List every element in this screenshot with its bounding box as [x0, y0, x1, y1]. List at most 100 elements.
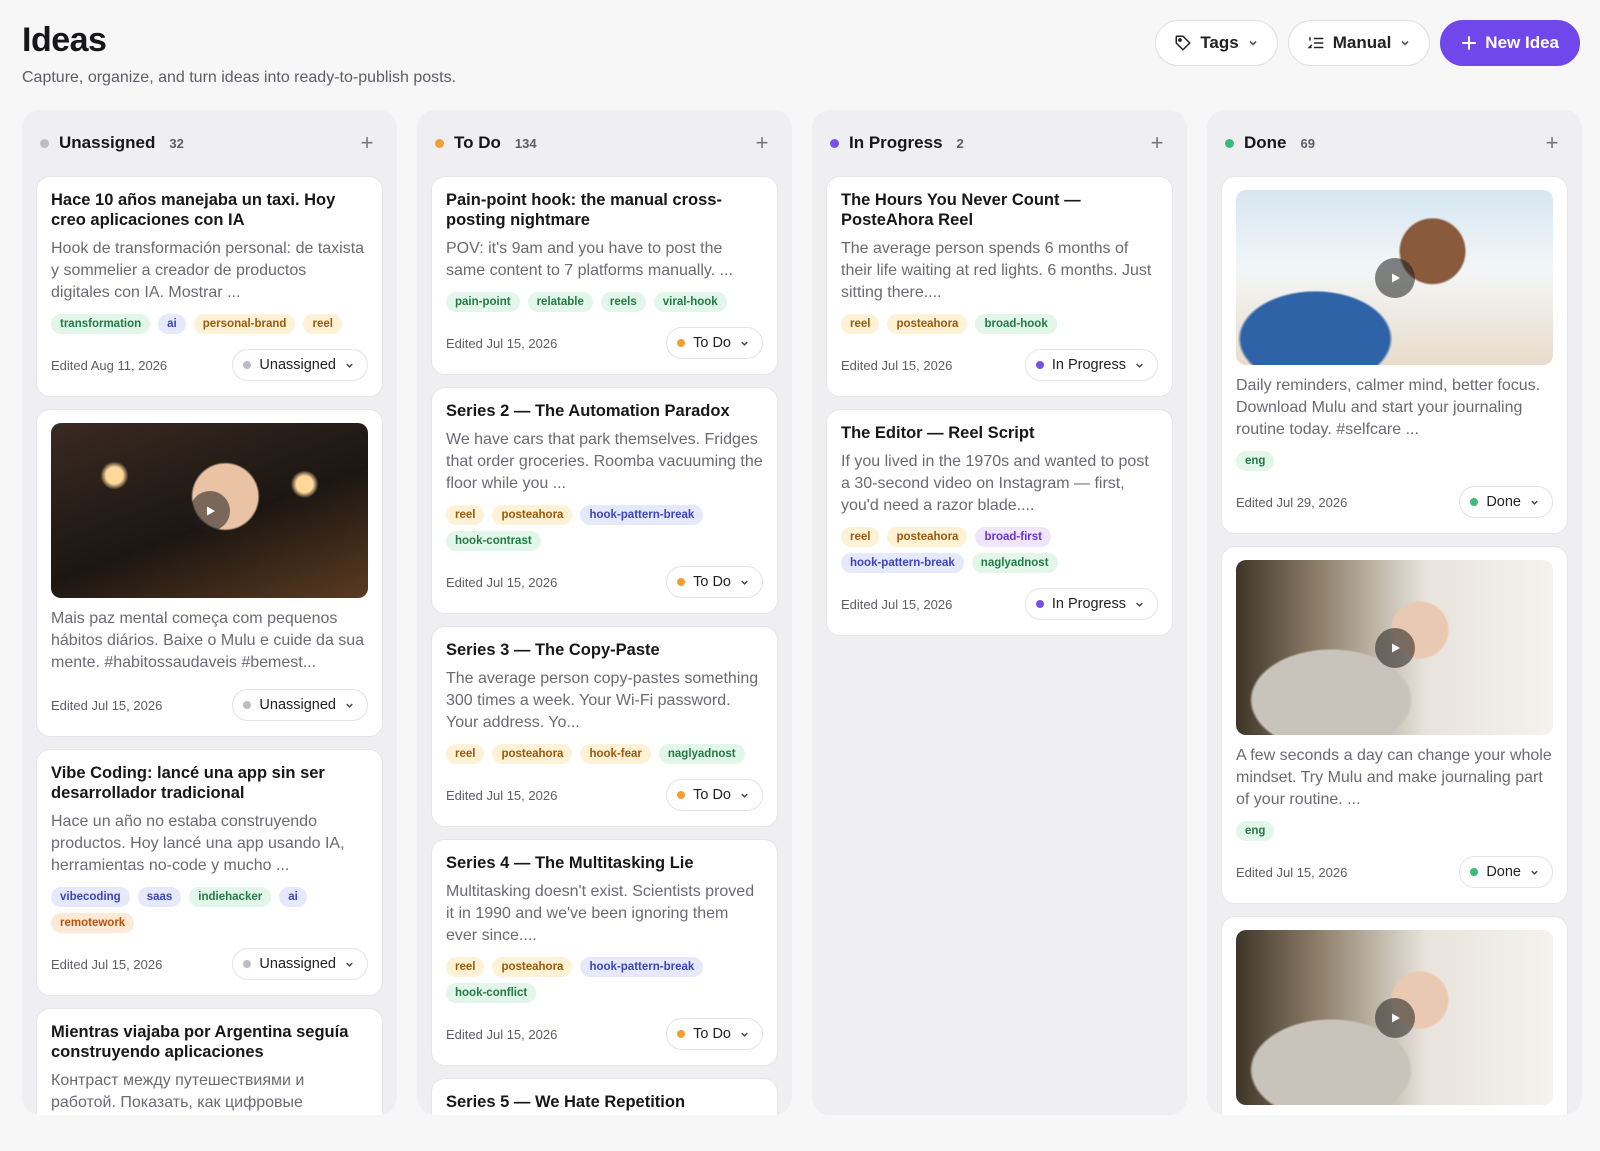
card-body: The average person copy-pastes something… [446, 670, 759, 731]
status-select[interactable]: To Do [666, 566, 763, 598]
status-select[interactable]: Unassigned [232, 689, 368, 721]
tag-chip[interactable]: hook-contrast [446, 531, 541, 551]
card-body: We have cars that park themselves. Fridg… [446, 431, 763, 492]
new-idea-button[interactable]: New Idea [1440, 20, 1580, 66]
tag-chip[interactable]: reel [841, 314, 880, 334]
tag-chip[interactable]: hook-fear [580, 744, 651, 764]
tag-chip[interactable]: transformation [51, 314, 151, 334]
status-dot [243, 701, 252, 709]
idea-card[interactable]: Vibe Coding: lancé una app sin ser desar… [36, 749, 383, 996]
tag-chip[interactable]: eng [1236, 821, 1275, 841]
tag-chip[interactable]: vibecoding [51, 887, 130, 907]
status-select[interactable]: In Progress [1024, 588, 1158, 620]
status-select[interactable]: In Progress [1024, 349, 1158, 381]
status-label: To Do [693, 335, 731, 351]
idea-card[interactable]: Pain-point hook: the manual cross-postin… [431, 176, 778, 375]
play-button[interactable] [1374, 627, 1415, 668]
tag-chip[interactable]: saas [137, 887, 182, 907]
edited-date: Edited Jul 15, 2026 [446, 574, 558, 590]
idea-card[interactable] [1221, 916, 1568, 1115]
status-dot [435, 138, 444, 148]
idea-card[interactable]: Mais paz mental começa com pequenos hábi… [36, 409, 383, 737]
status-select[interactable]: Unassigned [232, 948, 368, 980]
plus-icon [1462, 36, 1477, 50]
play-button[interactable] [1374, 997, 1415, 1038]
tag-chip[interactable]: hook-pattern-break [580, 957, 704, 977]
tag-chip[interactable]: naglyadnost [658, 744, 745, 764]
idea-card[interactable]: Mientras viajaba por Argentina seguía co… [36, 1008, 383, 1115]
add-card-plus-icon[interactable]: + [355, 130, 379, 155]
tag-chip[interactable]: posteahora [887, 527, 968, 547]
status-select[interactable]: Done [1459, 856, 1553, 888]
column-count: 134 [514, 135, 537, 151]
tag-chip[interactable]: viral-hook [653, 292, 727, 312]
status-select[interactable]: To Do [666, 779, 763, 811]
status-label: To Do [693, 1026, 731, 1042]
add-card-plus-icon[interactable]: + [1145, 130, 1169, 155]
tag-chip[interactable]: eng [1236, 451, 1275, 471]
video-thumbnail[interactable] [1236, 560, 1553, 735]
tag-chip[interactable]: relatable [527, 292, 593, 312]
idea-card[interactable]: Series 2 — The Automation Paradox We have… [431, 387, 778, 614]
add-card-plus-icon[interactable]: + [1540, 130, 1564, 155]
tag-chip[interactable]: hook-pattern-break [580, 505, 704, 525]
tag-chip[interactable]: reel [841, 527, 880, 547]
play-button[interactable] [189, 490, 230, 531]
idea-card[interactable]: Series 3 — The Copy-Paste The average per… [431, 626, 778, 827]
tag-chip[interactable]: pain-point [446, 292, 520, 312]
edited-date: Edited Jul 15, 2026 [1236, 864, 1348, 880]
status-dot [1225, 138, 1234, 148]
tag-chip[interactable]: posteahora [492, 957, 573, 977]
card-body: If you lived in the 1970s and wanted to … [841, 453, 1149, 514]
status-label: In Progress [1051, 596, 1126, 612]
tag-chip[interactable]: reel [446, 744, 485, 764]
tag-chip[interactable]: reels [600, 292, 646, 312]
status-dot [1470, 498, 1479, 506]
tag-chip[interactable]: hook-pattern-break [841, 553, 964, 573]
sort-button[interactable]: Manual [1287, 20, 1431, 66]
tag-chip[interactable]: reel [446, 505, 485, 525]
tag-chip[interactable]: personal-brand [193, 314, 296, 334]
status-select[interactable]: Done [1459, 486, 1553, 518]
tag-chip[interactable]: indiehacker [189, 887, 272, 907]
idea-card[interactable]: The Editor — Reel Script If you lived in … [826, 409, 1173, 636]
card-title: Vibe Coding: lancé una app sin ser desar… [51, 764, 325, 802]
card-title: The Hours You Never Count — PosteAhora R… [841, 191, 1081, 229]
tag-chip[interactable]: reel [303, 314, 342, 334]
tag-chip[interactable]: naglyadnost [971, 553, 1058, 573]
card-footer: Edited Jul 15, 2026 Done [1236, 841, 1553, 903]
video-thumbnail[interactable] [1236, 930, 1553, 1105]
tag-chip[interactable]: ai [158, 314, 186, 334]
tag-chip[interactable]: ai [279, 887, 307, 907]
tag-chip[interactable]: posteahora [887, 314, 968, 334]
tag-chip[interactable]: broad-first [975, 527, 1051, 547]
video-thumbnail[interactable] [51, 423, 368, 598]
tag-chip[interactable]: posteahora [492, 744, 573, 764]
card-footer: Edited Jul 15, 2026 To Do [446, 764, 763, 826]
card-title: Series 3 — The Copy-Paste [446, 641, 660, 659]
idea-card[interactable]: Series 4 — The Multitasking Lie Multitask… [431, 839, 778, 1066]
video-thumbnail[interactable] [1236, 190, 1553, 365]
idea-card[interactable]: Series 5 — We Hate Repetition [431, 1078, 778, 1115]
status-select[interactable]: To Do [666, 1018, 763, 1050]
tag-chip[interactable]: reel [446, 957, 485, 977]
idea-card[interactable]: Hace 10 años manejaba un taxi. Hoy creo … [36, 176, 383, 397]
play-button[interactable] [1374, 257, 1415, 298]
status-select[interactable]: To Do [666, 327, 763, 359]
tag-chip[interactable]: hook-conflict [446, 983, 537, 1003]
idea-card[interactable]: A few seconds a day can change your whol… [1221, 546, 1568, 904]
status-select[interactable]: Unassigned [232, 349, 368, 381]
tag-chip[interactable]: posteahora [492, 505, 573, 525]
tags-filter-button[interactable]: Tags [1155, 20, 1278, 66]
tag-chip[interactable]: remotework [51, 913, 135, 933]
idea-card[interactable]: Daily reminders, calmer mind, better foc… [1221, 176, 1568, 534]
column-header: In Progress 2 + [826, 110, 1173, 176]
column-count: 2 [956, 135, 964, 151]
idea-card[interactable]: The Hours You Never Count — PosteAhora R… [826, 176, 1173, 397]
sort-label: Manual [1332, 33, 1392, 52]
add-card-plus-icon[interactable]: + [750, 130, 774, 155]
status-dot [830, 138, 839, 148]
column-unassigned: Unassigned 32 + Hace 10 años manejaba un ta… [22, 110, 397, 1115]
play-icon [1391, 643, 1400, 652]
tag-chip[interactable]: broad-hook [975, 314, 1057, 334]
